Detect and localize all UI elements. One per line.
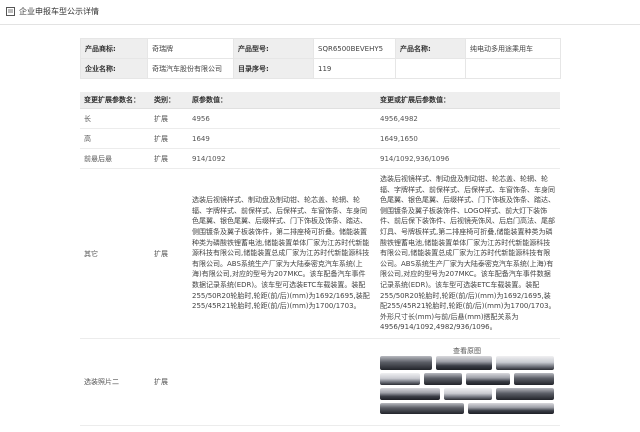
param-name: 前悬后悬 (80, 148, 150, 169)
model-value: SQR6500BEVEHY5 (313, 38, 396, 59)
table-row: 其它 扩展 选装后视镜样式、制动盘及制动钳、轮芯盖、轮辋、轮辐、字牌样式、前保样… (80, 168, 560, 339)
catalog-value: 119 (313, 58, 396, 79)
changes-table: 变更扩展参数名： 类别： 原参数值： 变更或扩展后参数值： 长 扩展 4956 … (80, 92, 560, 426)
option-photo-image[interactable] (380, 356, 554, 414)
photo-cell: 查看原图 (376, 338, 560, 426)
param-category: 扩展 (150, 148, 188, 169)
param-changed: 914/1092,936/1096 (376, 148, 560, 169)
page-title: 企业申报车型公示详情 (19, 7, 99, 16)
model-label: 产品型号: (233, 38, 314, 59)
catalog-label: 目录序号: (233, 58, 314, 79)
param-changed: 1649,1650 (376, 128, 560, 149)
param-category: 扩展 (150, 128, 188, 149)
param-name: 长 (80, 108, 150, 129)
param-original: 4956 (188, 108, 376, 129)
changes-header-row: 变更扩展参数名： 类别： 原参数值： 变更或扩展后参数值： (80, 92, 560, 109)
table-row: 长 扩展 4956 4956,4982 (80, 108, 560, 129)
empty-cell (395, 58, 466, 79)
param-original: 选装后视镜样式、制动盘及制动钳、轮芯盖、轮辋、轮辐、字牌样式、前保样式、后保样式… (188, 168, 376, 339)
table-row: 高 扩展 1649 1649,1650 (80, 128, 560, 149)
param-original: 1649 (188, 128, 376, 149)
col-header-category: 类别： (150, 92, 188, 109)
product-name-label: 产品名称: (395, 38, 466, 59)
param-changed: 4956,4982 (376, 108, 560, 129)
param-category: 扩展 (150, 168, 188, 339)
col-header-changed: 变更或扩展后参数值： (376, 92, 560, 109)
param-changed: 选装后视镜样式、制动盘及制动钳、轮芯盖、轮辋、轮辐、字牌样式、前保样式、后保样式… (376, 168, 560, 339)
param-category: 扩展 (150, 338, 188, 426)
table-row: 选装照片二 扩展 查看原图 (80, 338, 560, 426)
param-name: 选装照片二 (80, 338, 150, 426)
brand-label: 产品商标: (80, 38, 148, 59)
empty-cell (465, 58, 561, 79)
param-name: 其它 (80, 168, 150, 339)
document-icon (6, 7, 15, 16)
product-name-value: 纯电动多用途乘用车 (465, 38, 561, 59)
info-row: 产品商标: 奇瑞牌 产品型号: SQR6500BEVEHY5 产品名称: 纯电动… (80, 38, 561, 59)
company-label: 企业名称: (80, 58, 148, 79)
col-header-param: 变更扩展参数名： (80, 92, 150, 109)
param-original (188, 338, 376, 426)
param-category: 扩展 (150, 108, 188, 129)
info-row: 企业名称: 奇瑞汽车股份有限公司 目录序号: 119 (80, 58, 561, 79)
view-original-link[interactable]: 查看原图 (380, 346, 554, 356)
col-header-original: 原参数值： (188, 92, 376, 109)
table-row: 前悬后悬 扩展 914/1092 914/1092,936/1096 (80, 148, 560, 169)
param-original: 914/1092 (188, 148, 376, 169)
vehicle-info-table: 产品商标: 奇瑞牌 产品型号: SQR6500BEVEHY5 产品名称: 纯电动… (80, 38, 561, 79)
param-name: 高 (80, 128, 150, 149)
page-header: 企业申报车型公示详情 (0, 0, 640, 25)
brand-value: 奇瑞牌 (147, 38, 234, 59)
company-value: 奇瑞汽车股份有限公司 (147, 58, 234, 79)
